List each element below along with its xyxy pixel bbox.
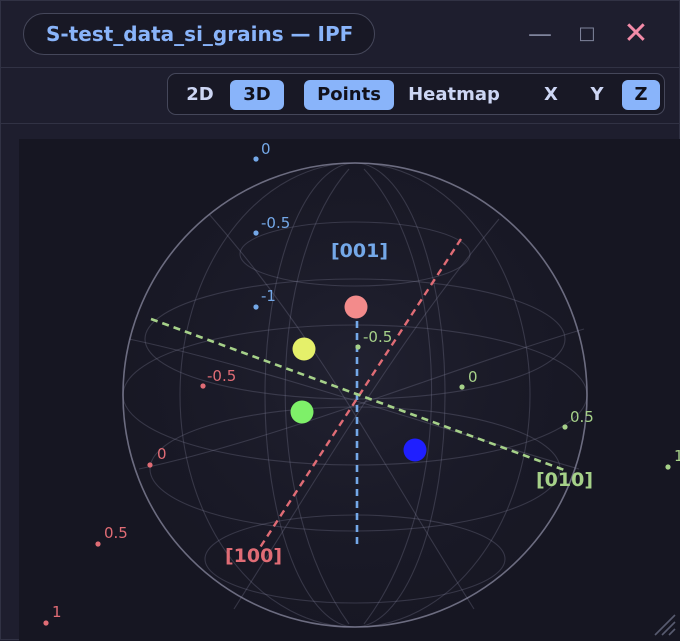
axis-z-label: [001] bbox=[331, 240, 388, 262]
tick-x-0: 0 bbox=[157, 445, 167, 463]
tick-x-m05-dot bbox=[200, 383, 206, 389]
tick-x-0-dot bbox=[147, 462, 153, 468]
tick-y-05-dot bbox=[562, 424, 568, 430]
title-divider bbox=[1, 67, 679, 68]
tick-y-0-dot bbox=[459, 384, 465, 390]
direction-x-button[interactable]: X bbox=[532, 80, 570, 110]
tick-x-05-dot bbox=[95, 541, 101, 547]
title-bar[interactable]: S-test_data_si_grains — IPF — □ ✕ bbox=[1, 1, 679, 67]
tick-y-m05: -0.5 bbox=[363, 328, 392, 346]
ipf-window: S-test_data_si_grains — IPF — □ ✕ 2D 3D … bbox=[0, 0, 680, 641]
view-2d-button[interactable]: 2D bbox=[180, 80, 220, 110]
grain-point-yellow[interactable] bbox=[292, 337, 316, 361]
maximize-button[interactable]: □ bbox=[570, 17, 604, 51]
toolbar-divider bbox=[1, 123, 679, 124]
heatmap-mode-button[interactable]: Heatmap bbox=[404, 80, 504, 110]
axis-x-label: [100] bbox=[225, 545, 282, 567]
minimize-button[interactable]: — bbox=[523, 17, 557, 51]
resize-grip-icon[interactable] bbox=[651, 611, 677, 637]
tick-y-1: 1 bbox=[674, 447, 680, 465]
tick-x-1-dot bbox=[43, 620, 49, 626]
tick-z-0-dot bbox=[253, 156, 259, 162]
points-mode-button[interactable]: Points bbox=[304, 80, 394, 110]
grain-point-green[interactable] bbox=[290, 400, 314, 424]
sphere-plot: [001] [100] [010] 0 -0.5 -1 -0.5 0 0.5 1… bbox=[43, 140, 680, 628]
axis-y-label: [010] bbox=[536, 469, 593, 491]
tick-x-05: 0.5 bbox=[104, 524, 128, 542]
tick-z-m1-dot bbox=[253, 304, 259, 310]
tick-z-0: 0 bbox=[261, 140, 271, 158]
sphere-body bbox=[122, 162, 588, 628]
tick-y-m05-dot bbox=[355, 344, 361, 350]
tick-y-0: 0 bbox=[468, 368, 478, 386]
tick-x-1: 1 bbox=[52, 603, 62, 621]
tick-z-m1: -1 bbox=[261, 287, 276, 305]
close-button[interactable]: ✕ bbox=[619, 17, 653, 51]
tick-y-05: 0.5 bbox=[570, 408, 594, 426]
direction-z-button[interactable]: Z bbox=[622, 80, 660, 110]
view-3d-button[interactable]: 3D bbox=[230, 80, 284, 110]
tick-z-m05-dot bbox=[253, 230, 259, 236]
tick-x-m05: -0.5 bbox=[207, 367, 236, 385]
ipf-3d-viewport[interactable]: [001] [100] [010] 0 -0.5 -1 -0.5 0 0.5 1… bbox=[19, 139, 680, 641]
window-title: S-test_data_si_grains — IPF bbox=[23, 13, 375, 55]
tick-y-1-dot bbox=[665, 464, 671, 470]
tick-z-m05: -0.5 bbox=[261, 214, 290, 232]
grain-point-red[interactable] bbox=[344, 295, 368, 319]
grain-point-blue[interactable] bbox=[403, 438, 427, 462]
direction-y-button[interactable]: Y bbox=[578, 80, 616, 110]
view-toolbar: 2D 3D Points Heatmap X Y Z bbox=[167, 73, 665, 115]
